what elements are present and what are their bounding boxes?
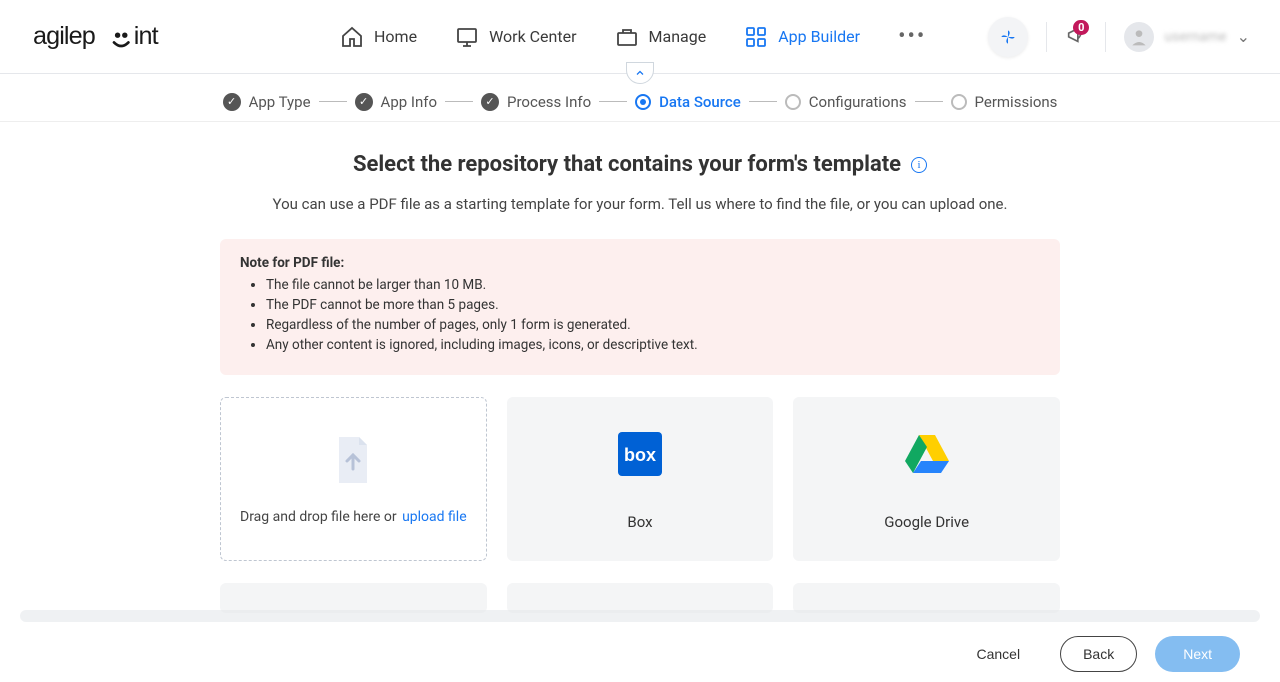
pinwheel-button[interactable] [988, 17, 1028, 57]
upload-file-icon [333, 433, 373, 487]
avatar [1124, 22, 1154, 52]
card-placeholder[interactable] [793, 583, 1060, 613]
check-icon: ✓ [223, 93, 241, 111]
logo[interactable]: agilep int [30, 19, 180, 55]
footer-actions: Cancel Back Next [0, 626, 1280, 682]
next-button[interactable]: Next [1155, 636, 1240, 672]
notification-badge: 0 [1073, 20, 1089, 35]
chevron-down-icon: ⌄ [1237, 27, 1250, 46]
chevron-up-icon [634, 67, 646, 79]
step-pending-icon [785, 94, 801, 110]
card-box-label: Box [627, 513, 652, 531]
nav-more[interactable]: ••• [898, 24, 926, 49]
page-subtitle: You can use a PDF file as a starting tem… [220, 195, 1060, 213]
current-step-icon [635, 94, 651, 110]
note-item: The file cannot be larger than 10 MB. [266, 277, 1040, 293]
step-pending-icon [951, 94, 967, 110]
note-item: Any other content is ignored, including … [266, 337, 1040, 353]
grid-icon [744, 25, 768, 49]
box-logo-icon: box [616, 427, 664, 481]
step-data-source[interactable]: Data Source [635, 93, 741, 111]
svg-text:box: box [624, 445, 656, 465]
step-configurations[interactable]: Configurations [785, 93, 907, 111]
content-scroll[interactable]: Select the repository that contains your… [0, 122, 1280, 622]
step-app-info[interactable]: ✓App Info [355, 93, 437, 111]
step-process-info[interactable]: ✓Process Info [481, 93, 591, 111]
upload-link[interactable]: upload file [402, 509, 467, 525]
user-name-label: username [1164, 29, 1226, 45]
monitor-icon [455, 25, 479, 49]
check-icon: ✓ [355, 93, 373, 111]
upload-card[interactable]: Drag and drop file here or upload file [220, 397, 487, 561]
more-icon: ••• [898, 24, 926, 49]
card-placeholder[interactable] [220, 583, 487, 613]
nav-app-builder[interactable]: App Builder [744, 25, 860, 49]
user-menu[interactable]: username ⌄ [1124, 22, 1250, 52]
card-placeholder[interactable] [507, 583, 774, 613]
nav-work-center-label: Work Center [489, 27, 576, 46]
note-item: The PDF cannot be more than 5 pages. [266, 297, 1040, 313]
note-title: Note for PDF file: [240, 255, 1040, 271]
horizontal-scrollbar[interactable] [20, 610, 1260, 622]
step-app-type[interactable]: ✓App Type [223, 93, 311, 111]
cancel-button[interactable]: Cancel [954, 636, 1042, 672]
pinwheel-icon [998, 27, 1018, 47]
svg-text:int: int [134, 22, 159, 50]
briefcase-icon [615, 25, 639, 49]
google-drive-logo-icon [903, 427, 951, 481]
back-button[interactable]: Back [1060, 636, 1137, 672]
notification-button[interactable]: 0 [1065, 24, 1087, 50]
card-box[interactable]: box Box [507, 397, 774, 561]
nav-home-label: Home [374, 27, 417, 46]
home-icon [340, 25, 364, 49]
avatar-icon [1129, 27, 1149, 47]
page-title: Select the repository that contains your… [353, 152, 927, 177]
nav-app-builder-label: App Builder [778, 27, 860, 46]
note-item: Regardless of the number of pages, only … [266, 317, 1040, 333]
nav-home[interactable]: Home [340, 25, 417, 49]
note-box: Note for PDF file: The file cannot be la… [220, 239, 1060, 375]
card-google-drive[interactable]: Google Drive [793, 397, 1060, 561]
nav-work-center[interactable]: Work Center [455, 25, 576, 49]
check-icon: ✓ [481, 93, 499, 111]
upload-text: Drag and drop file here or upload file [240, 509, 467, 525]
nav-manage-label: Manage [649, 27, 707, 46]
step-permissions[interactable]: Permissions [951, 93, 1058, 111]
nav-manage[interactable]: Manage [615, 25, 707, 49]
svg-text:agilep: agilep [33, 22, 95, 50]
card-google-drive-label: Google Drive [884, 513, 969, 531]
info-icon[interactable]: i [911, 157, 927, 173]
